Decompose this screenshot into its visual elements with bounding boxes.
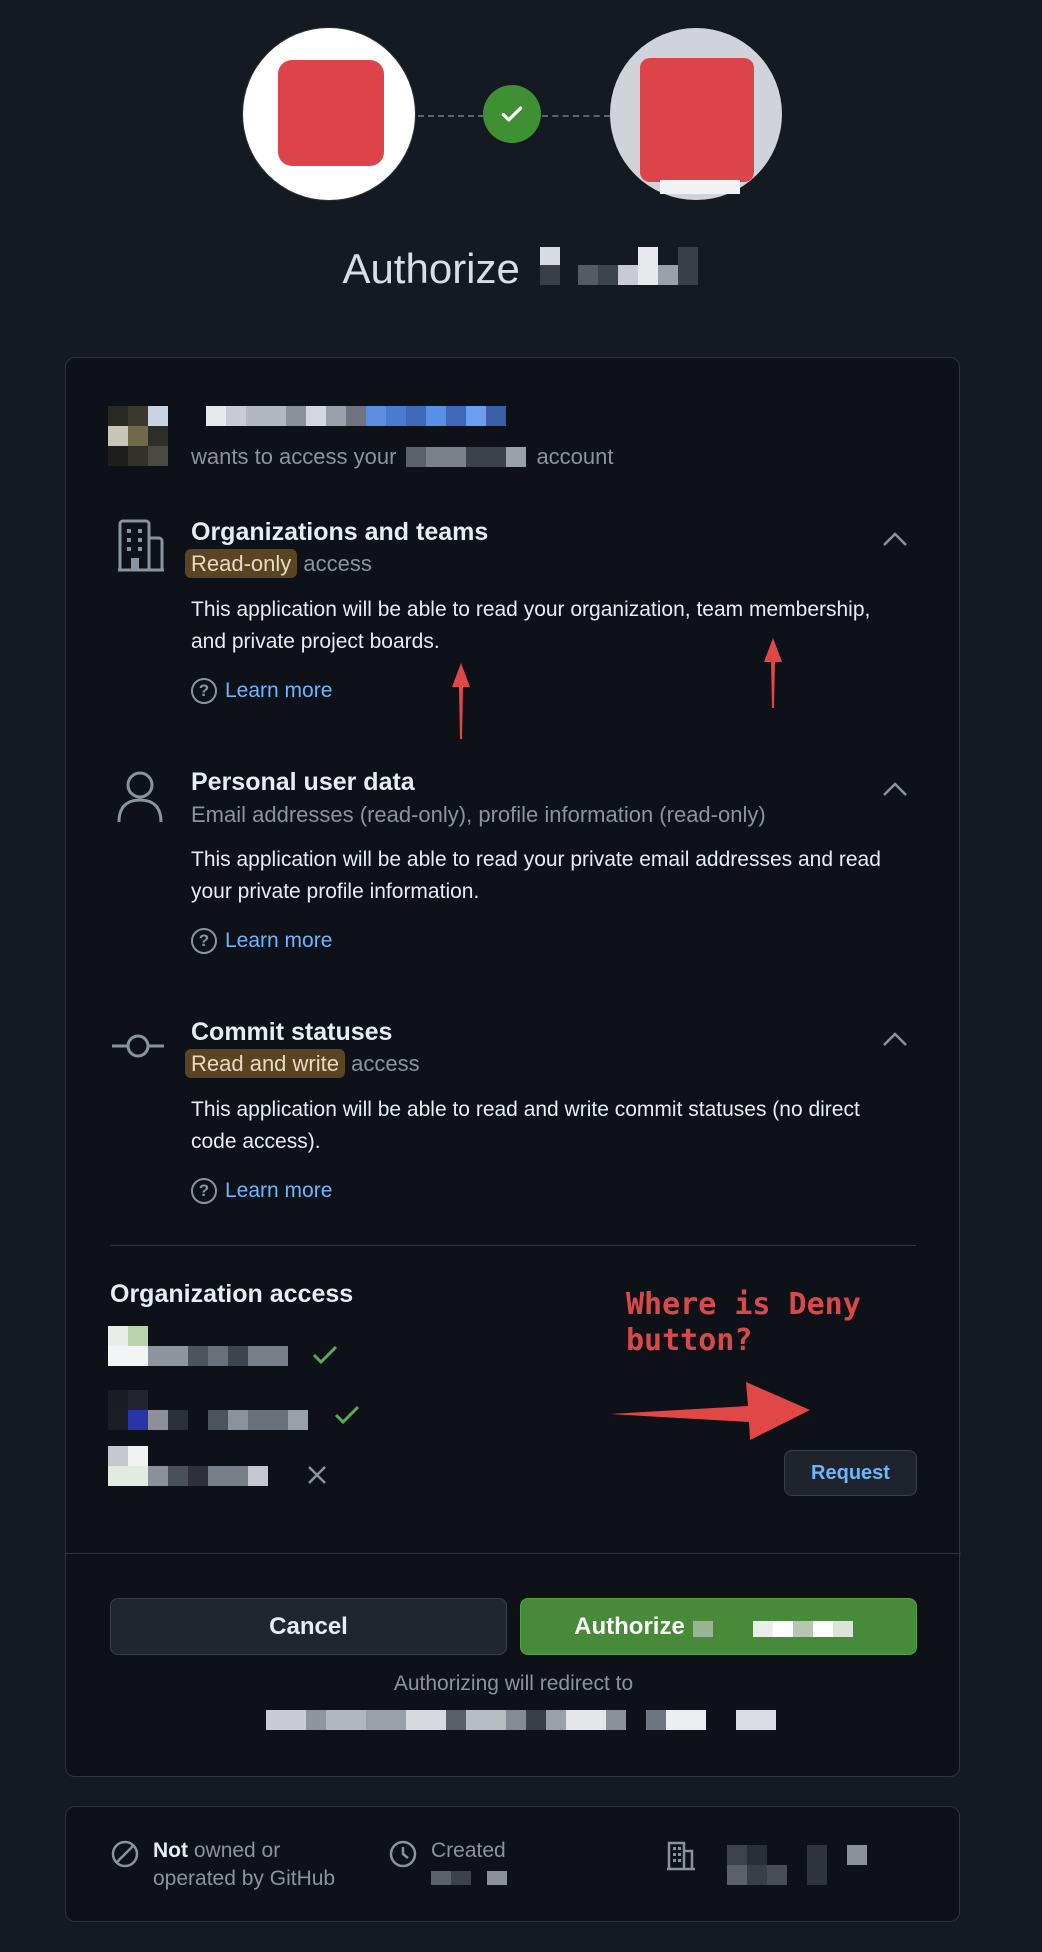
permission-access-level: Read-only access <box>185 549 372 578</box>
created-text: Created <box>431 1837 511 1893</box>
app-logo <box>640 58 754 182</box>
authorize-label: Authorize <box>574 1612 685 1640</box>
redacted-app-name <box>692 1620 853 1637</box>
redacted-org <box>108 1446 268 1486</box>
redacted-org <box>108 1390 308 1430</box>
person-icon <box>116 770 164 829</box>
check-icon <box>312 1345 338 1365</box>
x-icon <box>308 1466 326 1484</box>
org-item <box>108 1390 308 1435</box>
permission-title: Personal user data <box>191 768 415 796</box>
access-badge: Read and write <box>185 1049 345 1078</box>
not-label: Not <box>153 1839 188 1862</box>
annotation-line: button? <box>626 1323 753 1358</box>
organization-icon <box>667 1841 695 1871</box>
annotation-line: Where is Deny <box>626 1287 861 1322</box>
question-icon: ? <box>191 678 217 704</box>
section-divider <box>110 1245 916 1246</box>
request-button[interactable]: Request <box>784 1450 917 1496</box>
redacted-account-name <box>406 447 527 467</box>
permission-title: Organizations and teams <box>191 518 489 546</box>
chevron-up-icon[interactable] <box>881 526 909 554</box>
app-icon <box>108 406 168 471</box>
connector-line <box>542 115 610 117</box>
permission-scope: Email addresses (read-only), profile inf… <box>191 802 766 827</box>
app-logo <box>278 60 384 166</box>
question-icon: ? <box>191 928 217 954</box>
redacted-date <box>431 1871 507 1885</box>
account-text: account <box>536 444 614 469</box>
learn-more-link[interactable]: ? Learn more <box>191 1178 332 1204</box>
wants-access-text: wants to access your <box>191 444 397 469</box>
user-avatar <box>243 28 415 200</box>
annotation-arrow-right <box>610 1382 810 1440</box>
permission-description: This application will be able to read yo… <box>191 848 881 903</box>
org-access-title: Organization access <box>110 1280 354 1308</box>
cancel-label: Cancel <box>269 1612 348 1640</box>
title-text: Authorize <box>342 245 520 292</box>
redacted-app-name <box>539 246 700 297</box>
annotation-arrow-up <box>452 663 470 739</box>
learn-more-label: Learn more <box>225 679 333 702</box>
learn-more-link[interactable]: ? Learn more <box>191 678 332 704</box>
permission-title: Commit statuses <box>191 1018 393 1046</box>
access-request-line: wants to access your account <box>191 444 614 470</box>
app-info-footer: Not owned or operated by GitHub Created <box>65 1806 960 1922</box>
ownership-line: operated by GitHub <box>153 1867 336 1890</box>
page-title: Authorize <box>0 245 1042 297</box>
check-icon <box>483 85 541 143</box>
redacted-redirect-url <box>266 1710 776 1735</box>
request-label: Request <box>811 1461 890 1484</box>
authorization-card: wants to access your account Organizatio… <box>65 357 961 1777</box>
cancel-button[interactable]: Cancel <box>110 1598 507 1655</box>
authorize-button[interactable]: Authorize <box>520 1598 917 1655</box>
slash-circle-icon <box>111 1840 139 1868</box>
connector-line <box>418 115 484 117</box>
redacted-org <box>108 1326 288 1366</box>
chevron-up-icon[interactable] <box>881 776 909 804</box>
check-icon <box>334 1405 360 1425</box>
access-suffix: access <box>351 1051 420 1076</box>
permission-description: This application will be able to read an… <box>191 1098 860 1153</box>
created-label: Created <box>431 1839 506 1862</box>
permission-description: This application will be able to read yo… <box>191 598 871 653</box>
clock-icon <box>389 1840 417 1868</box>
access-badge: Read-only <box>185 549 298 578</box>
section-divider <box>66 1553 961 1554</box>
annotation-arrow-up <box>764 638 782 708</box>
org-item <box>108 1326 288 1371</box>
redacted-block <box>660 180 740 194</box>
access-suffix: access <box>303 551 372 576</box>
commit-icon <box>112 1034 164 1063</box>
organization-icon <box>116 518 166 577</box>
redacted-org-name <box>727 1845 867 1885</box>
learn-more-label: Learn more <box>225 929 333 952</box>
chevron-up-icon[interactable] <box>881 1026 909 1054</box>
ownership-text: Not owned or operated by GitHub <box>153 1837 335 1893</box>
org-item <box>108 1446 288 1491</box>
question-icon: ? <box>191 1178 217 1204</box>
app-avatar <box>610 28 782 200</box>
redacted-app-full-name <box>206 406 566 431</box>
redirect-text: Authorizing will redirect to <box>393 1672 634 1695</box>
learn-more-link[interactable]: ? Learn more <box>191 928 332 954</box>
learn-more-label: Learn more <box>225 1179 333 1202</box>
permission-access-level: Read and write access <box>185 1049 420 1078</box>
annotation-text: Where is Deny button? <box>626 1287 861 1359</box>
ownership-line: owned or <box>193 1839 281 1862</box>
